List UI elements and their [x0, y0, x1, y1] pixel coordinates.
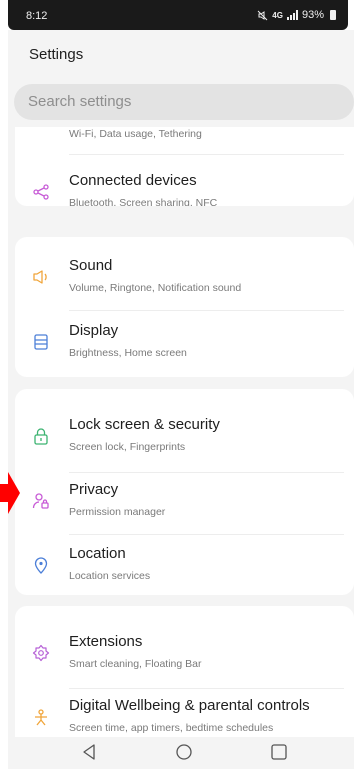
settings-item-privacy[interactable]: Privacy Permission manager: [15, 471, 354, 531]
home-icon[interactable]: [175, 743, 193, 766]
network-subtitle[interactable]: Wi-Fi, Data usage, Tethering: [69, 128, 202, 140]
divider: [69, 310, 344, 311]
annotation-arrow-icon: [0, 472, 20, 514]
share-icon: [33, 184, 49, 200]
settings-item-lock-screen-security[interactable]: Lock screen & security Screen lock, Fing…: [15, 406, 354, 466]
settings-section-network: Wi-Fi, Data usage, Tethering Connected d…: [15, 127, 354, 206]
item-subtitle: Screen time, app timers, bedtime schedul…: [69, 722, 274, 734]
settings-section-sound-display: Sound Volume, Ringtone, Notification sou…: [15, 237, 354, 377]
item-title: Location: [69, 545, 126, 562]
page-title: Settings: [29, 46, 84, 63]
item-title: Extensions: [69, 633, 143, 650]
speaker-icon: [33, 270, 47, 284]
settings-item-connected-devices[interactable]: Connected devices Bluetooth, Screen shar…: [15, 162, 354, 206]
privacy-person-icon: [32, 493, 49, 509]
recents-icon[interactable]: [270, 743, 288, 766]
item-subtitle: Location services: [69, 570, 151, 582]
item-subtitle: Screen lock, Fingerprints: [69, 441, 186, 453]
item-subtitle: Brightness, Home screen: [69, 347, 187, 359]
mute-icon: [257, 10, 268, 20]
location-pin-icon: [34, 557, 48, 574]
item-title: Connected devices: [69, 172, 197, 189]
search-input[interactable]: Search settings: [14, 84, 354, 120]
item-subtitle: Smart cleaning, Floating Bar: [69, 658, 202, 670]
status-time: 8:12: [26, 10, 48, 22]
item-subtitle: Volume, Ringtone, Notification sound: [69, 282, 242, 294]
battery-percent: 93%: [301, 9, 324, 21]
item-title: Display: [69, 322, 119, 339]
item-title: Digital Wellbeing & parental controls: [69, 697, 310, 714]
settings-app: Settings Search settings Wi-Fi, Data usa…: [8, 30, 354, 769]
item-title: Privacy: [69, 481, 119, 498]
network-type: 4G: [272, 10, 283, 20]
settings-item-digital-wellbeing[interactable]: Digital Wellbeing & parental controls Sc…: [15, 687, 354, 737]
signal-icon: [286, 10, 298, 20]
search-placeholder: Search settings: [28, 93, 132, 110]
status-bar: 8:12 4G 93%: [8, 0, 348, 30]
extensions-icon: [32, 644, 50, 662]
settings-section-extensions: Extensions Smart cleaning, Floating Bar …: [15, 606, 354, 737]
divider: [69, 154, 344, 155]
item-title: Lock screen & security: [69, 416, 220, 433]
navigation-bar: [8, 737, 354, 769]
item-subtitle: Permission manager: [69, 506, 166, 518]
battery-icon: [330, 10, 336, 20]
settings-item-sound[interactable]: Sound Volume, Ringtone, Notification sou…: [15, 247, 354, 307]
settings-section-security: Lock screen & security Screen lock, Fing…: [15, 389, 354, 595]
wellbeing-icon: [35, 709, 47, 726]
item-title: Sound: [69, 257, 113, 274]
settings-item-display[interactable]: Display Brightness, Home screen: [15, 312, 354, 372]
lock-icon: [34, 428, 48, 445]
display-icon: [34, 334, 48, 350]
status-indicators: 4G 93%: [257, 9, 336, 21]
settings-item-location[interactable]: Location Location services: [15, 535, 354, 595]
back-icon[interactable]: [81, 743, 97, 766]
settings-item-extensions[interactable]: Extensions Smart cleaning, Floating Bar: [15, 623, 354, 683]
item-subtitle: Bluetooth, Screen sharing, NFC: [69, 197, 218, 206]
